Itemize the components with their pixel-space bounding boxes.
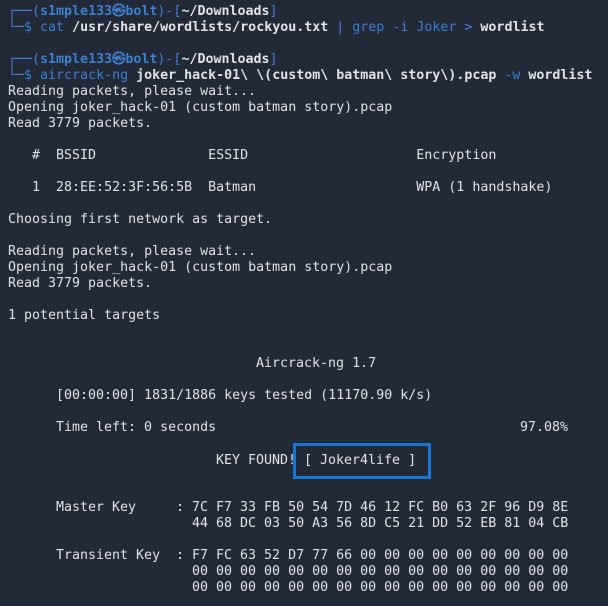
output-line: Read 3779 packets. — [8, 116, 153, 131]
key-found-label: KEY FOUND! — [216, 453, 297, 468]
key-found-value: [ Joker4life ] — [304, 453, 417, 468]
output-line: Opening joker_hack-01 (custom batman sto… — [8, 100, 393, 115]
output-line: Read 3779 packets. — [8, 276, 153, 291]
command-option: -i — [384, 20, 409, 35]
aircrack-title: Aircrack-ng 1.7 — [256, 356, 377, 371]
transient-key-label: Transient Key : — [56, 548, 185, 563]
prompt-box-bottom: └─$ — [8, 20, 41, 35]
prompt-bracket-end: ] — [269, 4, 278, 19]
master-key-hex: 44 68 DC 03 50 A3 56 8D C5 21 DD 52 EB 8… — [192, 516, 569, 531]
prompt-box-bottom: └─$ — [8, 68, 41, 83]
transient-key-hex: 00 00 00 00 00 00 00 00 00 00 00 00 00 0… — [192, 580, 569, 595]
redirect-symbol: > — [456, 20, 481, 35]
transient-key-hex: F7 FC 63 52 D7 77 66 00 00 00 00 00 00 0… — [192, 548, 569, 563]
network-table-row: 1 28:EE:52:3F:56:5B Batman WPA (1 handsh… — [8, 180, 553, 195]
command-aircrack: aircrack-ng — [40, 68, 129, 83]
terminal-window[interactable]: ┌──(s1mple133㉿bolt)-[~/Downloads] └─$ ca… — [0, 0, 608, 606]
output-line: Reading packets, please wait... — [8, 84, 257, 99]
prompt-1-header: ┌──(s1mple133㉿bolt)-[~/Downloads] — [8, 4, 278, 20]
output-line: 1 potential targets — [8, 308, 161, 323]
command-arg: wordlist — [520, 68, 593, 83]
prompt-box-top: ┌──( — [8, 4, 41, 19]
prompt-box-top: ┌──( — [8, 52, 41, 67]
prompt-user-host: s1mple133㉿bolt — [40, 52, 158, 67]
prompt-1-command: └─$ cat /usr/share/wordlists/rockyou.txt… — [8, 20, 544, 36]
prompt-separator: )-[ — [157, 4, 182, 19]
output-line: Reading packets, please wait... — [8, 244, 257, 259]
pipe-symbol: | — [328, 20, 353, 35]
time-left: Time left: 0 seconds — [56, 420, 217, 435]
command-option: -w — [496, 68, 521, 83]
command-arg: wordlist — [480, 20, 545, 35]
prompt-bracket-end: ] — [269, 52, 278, 67]
prompt-2-header: ┌──(s1mple133㉿bolt)-[~/Downloads] — [8, 52, 278, 68]
output-line: Opening joker_hack-01 (custom batman sto… — [8, 260, 393, 275]
progress-percent: 97.08% — [520, 420, 569, 435]
prompt-path: ~/Downloads — [181, 52, 270, 67]
prompt-2-command: └─$ aircrack-ng joker_hack-01\ \(custom\… — [8, 68, 592, 84]
master-key-hex: 7C F7 33 FB 50 54 7D 46 12 FC B0 63 2F 9… — [192, 500, 569, 515]
command-cat: cat — [40, 20, 65, 35]
command-grep: grep — [352, 20, 385, 35]
prompt-separator: )-[ — [157, 52, 182, 67]
prompt-user-host: s1mple133㉿bolt — [40, 4, 158, 19]
prompt-path: ~/Downloads — [181, 4, 270, 19]
command-arg: /usr/share/wordlists/rockyou.txt — [64, 20, 329, 35]
master-key-label: Master Key : — [56, 500, 185, 515]
command-arg: joker_hack-01\ \(custom\ batman\ story\)… — [128, 68, 497, 83]
command-arg: Joker — [408, 20, 457, 35]
transient-key-hex: 00 00 00 00 00 00 00 00 00 00 00 00 00 0… — [192, 564, 569, 579]
keys-tested: [00:00:00] 1831/1886 keys tested (11170.… — [56, 388, 433, 403]
output-line: Choosing first network as target. — [8, 212, 273, 227]
network-table-header: # BSSID ESSID Encryption — [8, 148, 497, 163]
